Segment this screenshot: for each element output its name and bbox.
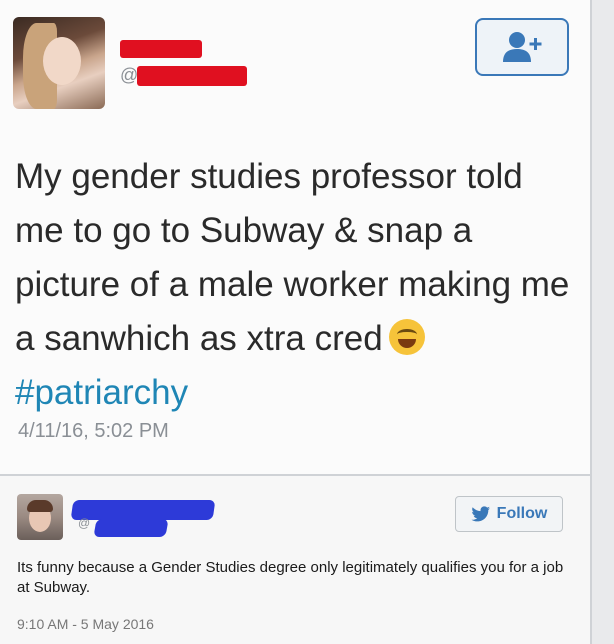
avatar[interactable]	[17, 494, 63, 540]
redacted-handle	[93, 519, 169, 537]
timestamp[interactable]: 9:10 AM - 5 May 2016	[17, 616, 154, 632]
twitter-bird-icon	[471, 506, 490, 522]
tweet-text: My gender studies professor told me to g…	[15, 150, 570, 420]
follow-label: Follow	[496, 505, 548, 522]
hashtag-link[interactable]: #patriarchy	[15, 373, 188, 412]
add-user-icon	[503, 32, 542, 62]
redacted-handle	[137, 66, 247, 86]
follow-button[interactable]: Follow	[455, 496, 563, 532]
laughing-emoji-icon	[388, 318, 425, 355]
tweet-body: My gender studies professor told me to g…	[15, 157, 570, 358]
tweet-card-1: @ My gender studies professor told me to…	[0, 0, 592, 476]
tweet-text: Its funny because a Gender Studies degre…	[17, 559, 564, 596]
redacted-name	[120, 40, 202, 58]
tweet-card-2: @ Follow Its funny because a Gender Stud…	[0, 476, 592, 644]
avatar[interactable]	[13, 17, 105, 109]
timestamp[interactable]: 4/11/16, 5:02 PM	[18, 420, 169, 443]
handle-prefix: @	[120, 65, 139, 85]
handle-prefix: @	[78, 516, 91, 530]
follow-button[interactable]	[475, 18, 569, 76]
redacted-name	[70, 500, 216, 520]
